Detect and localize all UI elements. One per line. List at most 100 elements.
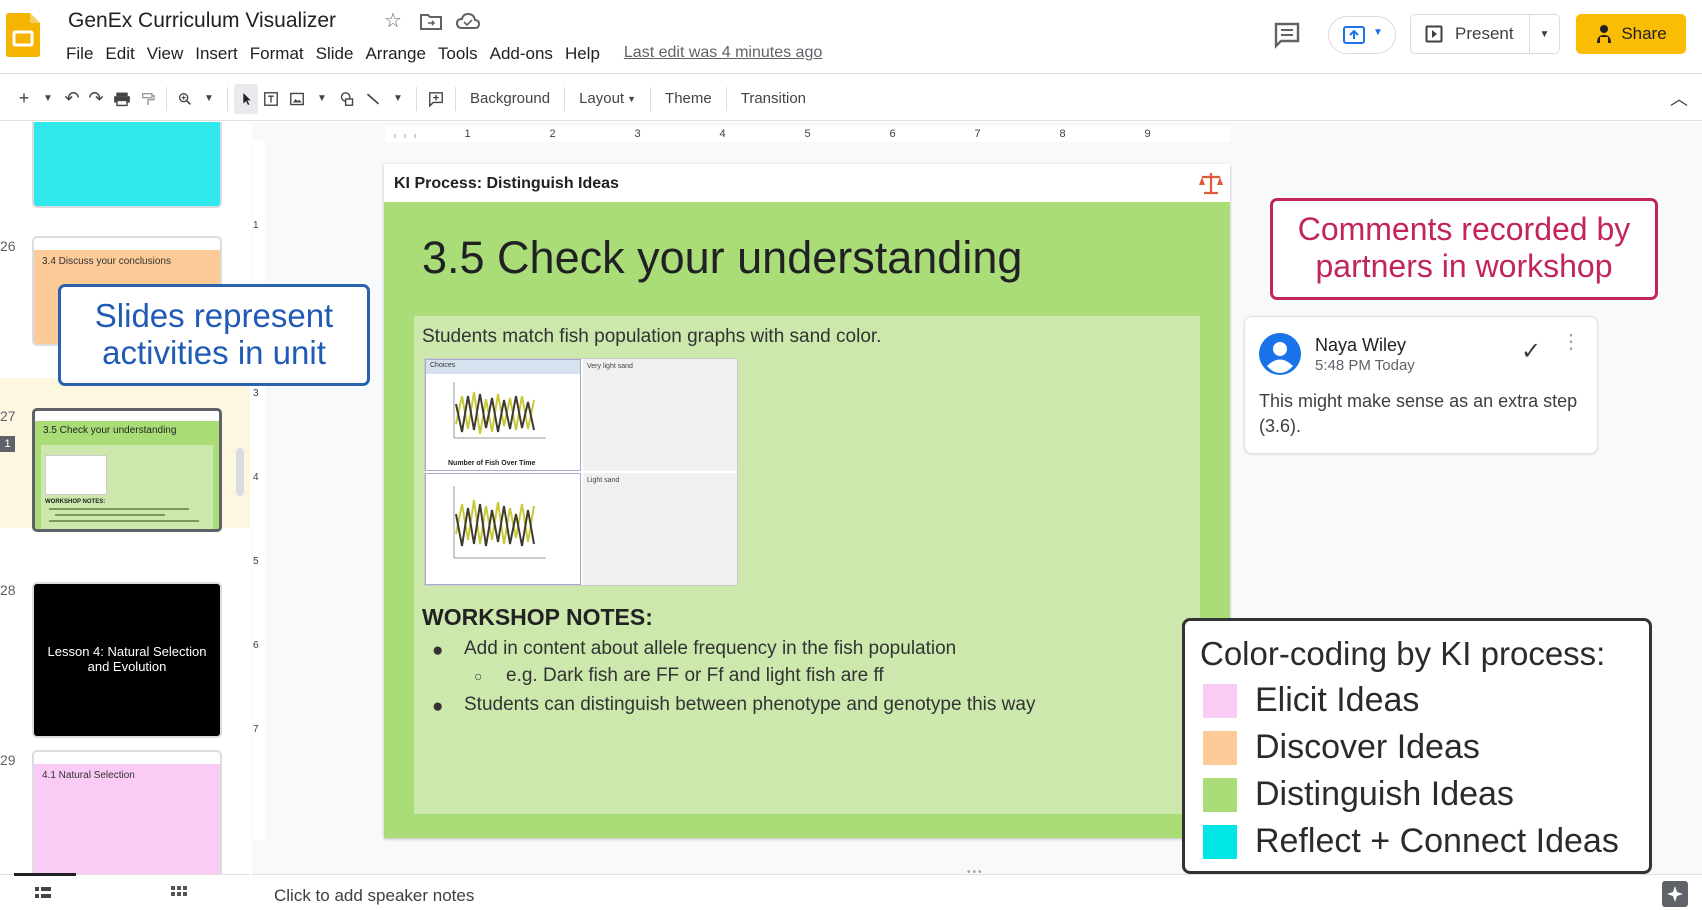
toolbar: + ▼ ↶ ↷ ▼ ▼ ▼ Background Layout ▼ Theme …: [0, 77, 1702, 121]
filmstrip-scrollbar[interactable]: [236, 448, 244, 496]
shape-icon[interactable]: [334, 84, 360, 114]
color-legend: Color-coding by KI process: Elicit Ideas…: [1182, 618, 1652, 874]
thumb-title: 4.1 Natural Selection: [42, 770, 135, 781]
select-cursor-icon[interactable]: [234, 83, 258, 114]
comment-count-badge[interactable]: 1: [0, 436, 15, 452]
filmstrip-slide-25[interactable]: [32, 122, 222, 208]
resolve-check-icon[interactable]: ✓: [1521, 337, 1541, 366]
new-slide-layout-chevron-icon[interactable]: ▼: [36, 84, 60, 114]
ruler-number: 9: [1144, 128, 1151, 140]
slide-header-text[interactable]: KI Process: Distinguish Ideas: [394, 175, 619, 193]
comment-card[interactable]: Naya Wiley 5:48 PM Today ✓ ⋮ This might …: [1244, 316, 1598, 454]
print-icon[interactable]: [108, 84, 136, 114]
thumb-title: 3.5 Check your understanding: [43, 425, 177, 436]
transition-button[interactable]: Transition: [733, 84, 814, 114]
comment-history-icon[interactable]: [1272, 20, 1302, 50]
vertical-ruler[interactable]: 1 2 3 4 5 6 7: [253, 140, 265, 840]
app-header: GenEx Curriculum Visualizer ☆ File Edit …: [0, 0, 1702, 74]
slide-title[interactable]: 3.5 Check your understanding: [422, 232, 1022, 284]
cloud-status-icon[interactable]: [456, 12, 480, 30]
present-to-meeting-icon: [1343, 26, 1365, 44]
comment-author: Naya Wiley: [1315, 335, 1407, 355]
speaker-notes-panel[interactable]: ••• Click to add speaker notes: [252, 867, 1702, 910]
zoom-icon[interactable]: [173, 84, 197, 114]
present-to-meeting-button[interactable]: ▼: [1328, 16, 1396, 54]
present-options-chevron-icon[interactable]: ▼: [1529, 15, 1559, 53]
note-bullet-1: Add in content about allele frequency in…: [464, 638, 957, 659]
background-button[interactable]: Background: [462, 84, 558, 114]
slide-filmstrip[interactable]: 26 3.4 Discuss your conclusions 27 1 3.5…: [0, 122, 250, 874]
chevron-down-icon: ▼: [1373, 27, 1383, 38]
thumb-line: [49, 508, 189, 510]
legend-label: Distinguish Ideas: [1255, 775, 1514, 813]
menu-view[interactable]: View: [141, 44, 190, 64]
legend-swatch: [1203, 683, 1237, 718]
image-chevron-icon[interactable]: ▼: [310, 84, 334, 114]
legend-swatch: [1203, 824, 1237, 859]
line-icon[interactable]: [360, 84, 386, 114]
legend-item: Distinguish Ideas: [1203, 775, 1514, 814]
annotation-slides-callout: Slides represent activities in unit: [58, 284, 370, 386]
ruler-number: 5: [253, 556, 259, 567]
menu-help[interactable]: Help: [559, 44, 606, 64]
filmstrip-view-toggle: [0, 873, 250, 910]
last-edit-link[interactable]: Last edit was 4 minutes ago: [624, 44, 822, 64]
very-light-sand-label: Very light sand: [587, 363, 633, 370]
filmstrip-slide-27[interactable]: 3.5 Check your understanding WORKSHOP NO…: [32, 408, 222, 532]
thumb-graphs: [45, 455, 107, 495]
menu-arrange[interactable]: Arrange: [359, 44, 431, 64]
slides-logo-icon[interactable]: [6, 13, 40, 57]
present-button[interactable]: Present ▼: [1410, 14, 1560, 54]
menu-tools[interactable]: Tools: [432, 44, 484, 64]
text-box-icon[interactable]: [258, 84, 284, 114]
menu-insert[interactable]: Insert: [189, 44, 244, 64]
menu-slide[interactable]: Slide: [310, 44, 360, 64]
toolbar-divider: [416, 86, 417, 111]
menu-file[interactable]: File: [60, 44, 99, 64]
menu-addons[interactable]: Add-ons: [484, 44, 559, 64]
ruler-number: 5: [804, 128, 811, 140]
filmstrip-slide-28[interactable]: Lesson 4: Natural Selection and Evolutio…: [32, 582, 222, 738]
insert-image-icon[interactable]: [284, 84, 310, 114]
user-avatar-icon: [1259, 333, 1301, 375]
redo-icon[interactable]: ↷: [84, 84, 108, 114]
grid-view-icon[interactable]: [170, 885, 188, 901]
paint-format-icon[interactable]: [136, 84, 160, 114]
graph-title: Number of Fish Over Time: [448, 460, 536, 467]
horizontal-ruler[interactable]: 1 2 3 4 5 6 7 8 9: [385, 126, 1230, 142]
filmstrip-view-icon[interactable]: [34, 885, 52, 901]
star-icon[interactable]: ☆: [384, 8, 402, 33]
toolbar-divider: [166, 86, 167, 111]
present-label: Present: [1455, 24, 1514, 43]
graphs-image[interactable]: Choices Number of Fish Over Time Very li…: [424, 358, 738, 586]
balance-scale-icon: [1199, 173, 1223, 195]
speaker-notes-placeholder[interactable]: Click to add speaker notes: [274, 886, 474, 906]
layout-label: Layout: [579, 90, 625, 107]
add-comment-icon[interactable]: [423, 84, 449, 114]
current-slide[interactable]: KI Process: Distinguish Ideas 3.5 Check …: [384, 164, 1230, 838]
filmstrip-slide-29[interactable]: 4.1 Natural Selection: [32, 750, 222, 874]
ruler-number: 3: [253, 388, 259, 399]
move-to-folder-icon[interactable]: [420, 12, 442, 30]
document-title[interactable]: GenEx Curriculum Visualizer: [68, 9, 336, 33]
slide-body-textbox[interactable]: Students match fish population graphs wi…: [414, 316, 1200, 814]
ruler-number: 3: [634, 128, 641, 140]
collapse-toolbar-chevron-up-icon[interactable]: ︿: [1670, 85, 1688, 111]
drop-zone[interactable]: Light sand: [583, 473, 737, 585]
more-options-icon[interactable]: ⋮: [1561, 332, 1581, 352]
ruler-number: 4: [719, 128, 726, 140]
resize-handle-icon[interactable]: •••: [967, 867, 984, 878]
menu-bar: File Edit View Insert Format Slide Arran…: [60, 44, 822, 64]
menu-edit[interactable]: Edit: [99, 44, 140, 64]
explore-icon[interactable]: [1662, 881, 1688, 907]
menu-format[interactable]: Format: [244, 44, 310, 64]
undo-icon[interactable]: ↶: [60, 84, 84, 114]
share-button[interactable]: Share: [1576, 14, 1686, 54]
new-slide-icon[interactable]: +: [12, 84, 36, 114]
thumb-title: 3.4 Discuss your conclusions: [42, 256, 171, 267]
line-chevron-icon[interactable]: ▼: [386, 84, 410, 114]
layout-button[interactable]: Layout ▼: [571, 84, 644, 114]
drop-zone[interactable]: Very light sand: [583, 359, 737, 471]
zoom-chevron-icon[interactable]: ▼: [197, 84, 221, 114]
theme-button[interactable]: Theme: [657, 84, 720, 114]
